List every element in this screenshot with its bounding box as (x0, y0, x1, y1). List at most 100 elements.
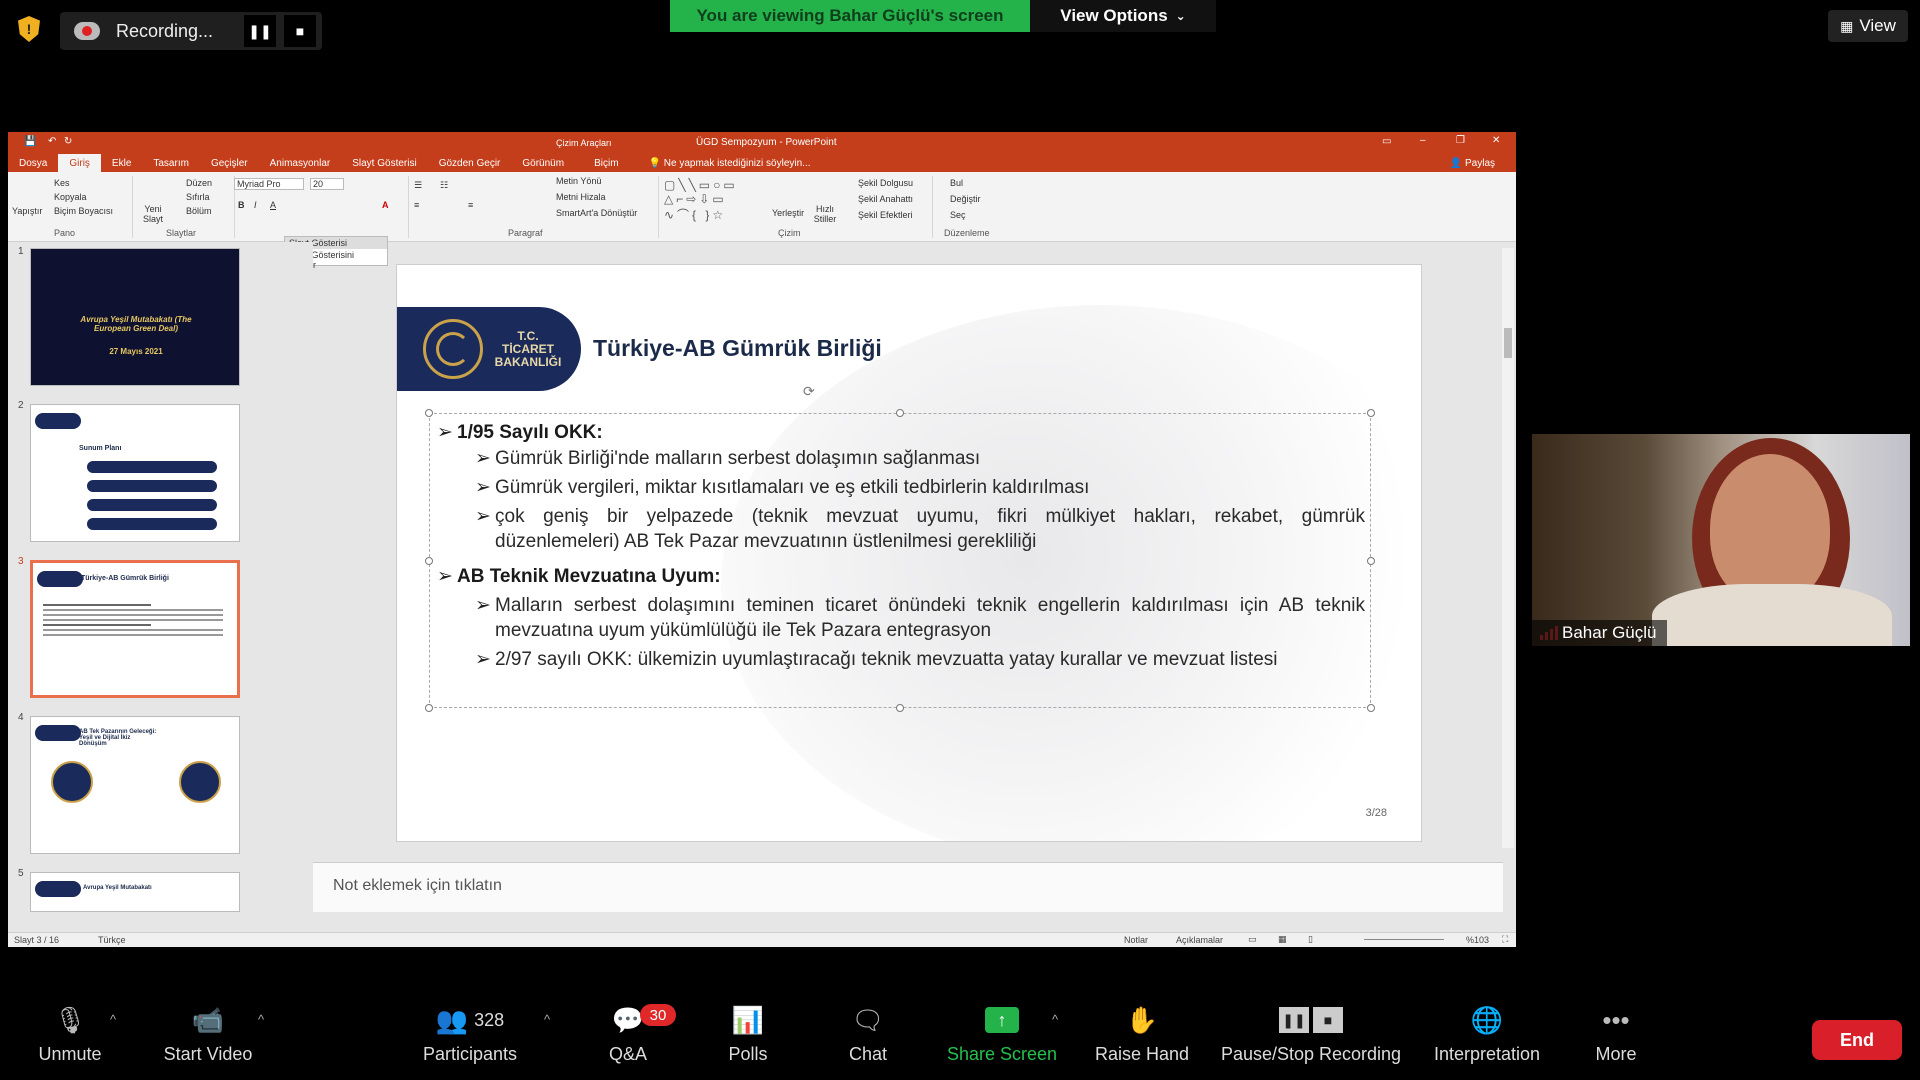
share-screen-label: Share Screen (946, 1044, 1058, 1064)
raise-hand-button[interactable]: ✋ Raise Hand (1082, 1000, 1202, 1065)
comments-toggle[interactable]: Açıklamalar (1176, 935, 1223, 945)
participants-options-caret[interactable]: ^ (544, 1012, 550, 1027)
tab-gorunum[interactable]: Görünüm (511, 158, 575, 169)
tab-tasarim[interactable]: Tasarım (142, 158, 200, 169)
share-button[interactable]: 👤 Paylaş (1439, 158, 1506, 169)
polls-button[interactable]: 📊 Polls (688, 1000, 808, 1065)
find-button[interactable]: Bul (950, 178, 963, 188)
reset-button[interactable]: Sıfırla (186, 192, 210, 202)
maximize-icon[interactable]: ❐ (1456, 135, 1465, 146)
stop-recording-button[interactable]: ■ (284, 15, 316, 47)
tab-giris[interactable]: Giriş (58, 154, 101, 172)
rotate-handle-icon[interactable]: ⟳ (803, 383, 815, 400)
end-meeting-button[interactable]: End (1812, 1020, 1902, 1060)
tab-gozden-gecir[interactable]: Gözden Geçir (428, 158, 512, 169)
slide-thumbnail-2[interactable]: Sunum Planı (30, 404, 240, 542)
pause-recording-button[interactable]: ❚❚ (244, 15, 276, 47)
notes-toggle[interactable]: Notlar (1124, 935, 1148, 945)
share-screen-button[interactable]: ↑ Share Screen (942, 1000, 1062, 1065)
paste-button[interactable]: Yapıştır (12, 206, 42, 216)
zoom-slider[interactable] (1364, 939, 1444, 940)
fit-slide-icon[interactable]: ⛶ (1502, 934, 1508, 945)
quick-styles-button[interactable]: Hızlı Stiller (812, 204, 838, 224)
tab-ekle[interactable]: Ekle (101, 158, 142, 169)
participant-video[interactable]: Bahar Güçlü (1532, 434, 1910, 646)
numbering-button[interactable]: ☷ (440, 180, 448, 191)
reading-view-icon[interactable]: ▯ (1308, 934, 1313, 945)
resize-handle[interactable] (1367, 704, 1375, 712)
shape-effects-button[interactable]: Şekil Efektleri (858, 210, 913, 220)
view-button[interactable]: ▦ View (1828, 10, 1908, 42)
interpretation-button[interactable]: 🌐 Interpretation (1422, 1000, 1552, 1065)
arrange-button[interactable]: Yerleştir (772, 208, 804, 218)
slide-thumbnail-4[interactable]: AB Tek Pazarının Geleceği: Yeşil ve Diji… (30, 716, 240, 854)
close-icon[interactable]: ✕ (1492, 135, 1500, 146)
font-name-select[interactable]: Myriad Pro (234, 178, 304, 190)
replace-button[interactable]: Değiştir (950, 194, 981, 204)
normal-view-icon[interactable]: ▭ (1248, 934, 1257, 945)
select-button[interactable]: Seç (950, 210, 966, 220)
participants-button[interactable]: 👥 328 Participants (410, 1000, 530, 1065)
more-icon: ••• (1602, 1004, 1630, 1035)
layout-button[interactable]: Düzen (186, 178, 212, 188)
shapes-gallery[interactable]: ▢╲╲▭○▭ △⌐⇨⇩▭ ∿⌒{ }☆ (664, 178, 764, 222)
tab-animasyonlar[interactable]: Animasyonlar (259, 158, 342, 169)
text-direction-button[interactable]: Metin Yönü (556, 176, 601, 186)
resize-handle[interactable] (896, 409, 904, 417)
zoom-level[interactable]: %103 (1466, 935, 1489, 945)
smartart-button[interactable]: SmartArt'a Dönüştür (556, 208, 637, 218)
share-options-caret[interactable]: ^ (1052, 1012, 1058, 1027)
more-button[interactable]: ••• More (1556, 1000, 1676, 1065)
language-indicator[interactable]: Türkçe (98, 935, 126, 945)
shape-fill-button[interactable]: Şekil Dolgusu (858, 178, 913, 188)
tab-dosya[interactable]: Dosya (8, 158, 58, 169)
section-button[interactable]: Bölüm (186, 206, 212, 216)
video-options-caret[interactable]: ^ (258, 1012, 264, 1027)
font-color-button[interactable]: A (382, 200, 389, 210)
shape-outline-button[interactable]: Şekil Anahattı (858, 194, 913, 204)
copy-button[interactable]: Kopyala (54, 192, 87, 202)
minimize-icon[interactable]: – (1420, 135, 1426, 146)
resize-handle[interactable] (1367, 409, 1375, 417)
pause-stop-recording-button[interactable]: ❚❚ ■ Pause/Stop Recording (1216, 1000, 1406, 1065)
format-painter-button[interactable]: Biçim Boyacısı (54, 206, 113, 216)
bold-button[interactable]: B (238, 200, 245, 210)
tab-slayt-gosterisi[interactable]: Slayt Gösterisi (341, 158, 427, 169)
cut-button[interactable]: Kes (54, 178, 70, 188)
undo-icon[interactable]: ↶ (48, 136, 56, 147)
slide-thumbnail-3[interactable]: Türkiye-AB Gümrük Birliği (30, 560, 240, 698)
slide-thumbnail-1[interactable]: Avrupa Yeşil Mutabakatı (The European Gr… (30, 248, 240, 386)
italic-button[interactable]: I (254, 200, 257, 210)
align-text-button[interactable]: Metni Hizala (556, 192, 606, 202)
qa-badge: 30 (640, 1004, 676, 1026)
slide-sorter-icon[interactable]: ▦ (1278, 934, 1287, 945)
resize-handle[interactable] (896, 704, 904, 712)
security-shield-icon[interactable]: ! (18, 16, 40, 42)
audio-options-caret[interactable]: ^ (110, 1012, 116, 1027)
chat-button[interactable]: 🗨 Chat (808, 1000, 928, 1065)
font-size-select[interactable]: 20 (310, 178, 344, 190)
resize-handle[interactable] (425, 704, 433, 712)
start-video-button[interactable]: 📹 Start Video (148, 1000, 268, 1065)
redo-icon[interactable]: ↻ (64, 136, 72, 147)
tab-bicim[interactable]: Biçim (583, 158, 629, 169)
slide-thumbnail-5[interactable]: Avrupa Yeşil Mutabakatı (30, 872, 240, 912)
bullets-button[interactable]: ☰ (414, 180, 422, 191)
notes-pane[interactable]: Not eklemek için tıklatın (313, 862, 1503, 912)
align-left-button[interactable]: ≡ (414, 200, 419, 210)
resize-handle[interactable] (425, 557, 433, 565)
save-icon[interactable]: 💾 (24, 136, 36, 147)
pause-stop-label: Pause/Stop Recording (1220, 1044, 1402, 1064)
resize-handle[interactable] (425, 409, 433, 417)
view-options-button[interactable]: View Options ⌄ (1030, 0, 1216, 32)
tell-me-search[interactable]: 💡 Ne yapmak istediğinizi söyleyin... (638, 158, 822, 169)
slide-canvas[interactable]: T.C. TİCARET BAKANLIĞI Türkiye-AB Gümrük… (396, 264, 1422, 842)
underline-button[interactable]: A (270, 200, 276, 210)
vertical-scrollbar[interactable] (1502, 248, 1514, 848)
ribbon-display-icon[interactable]: ▭ (1382, 136, 1391, 147)
new-slide-button[interactable]: Yeni Slayt (138, 204, 168, 224)
justify-button[interactable]: ≡ (468, 200, 473, 210)
unmute-button[interactable]: 🎙 Unmute (10, 1000, 130, 1065)
tab-gecisler[interactable]: Geçişler (200, 158, 259, 169)
resize-handle[interactable] (1367, 557, 1375, 565)
